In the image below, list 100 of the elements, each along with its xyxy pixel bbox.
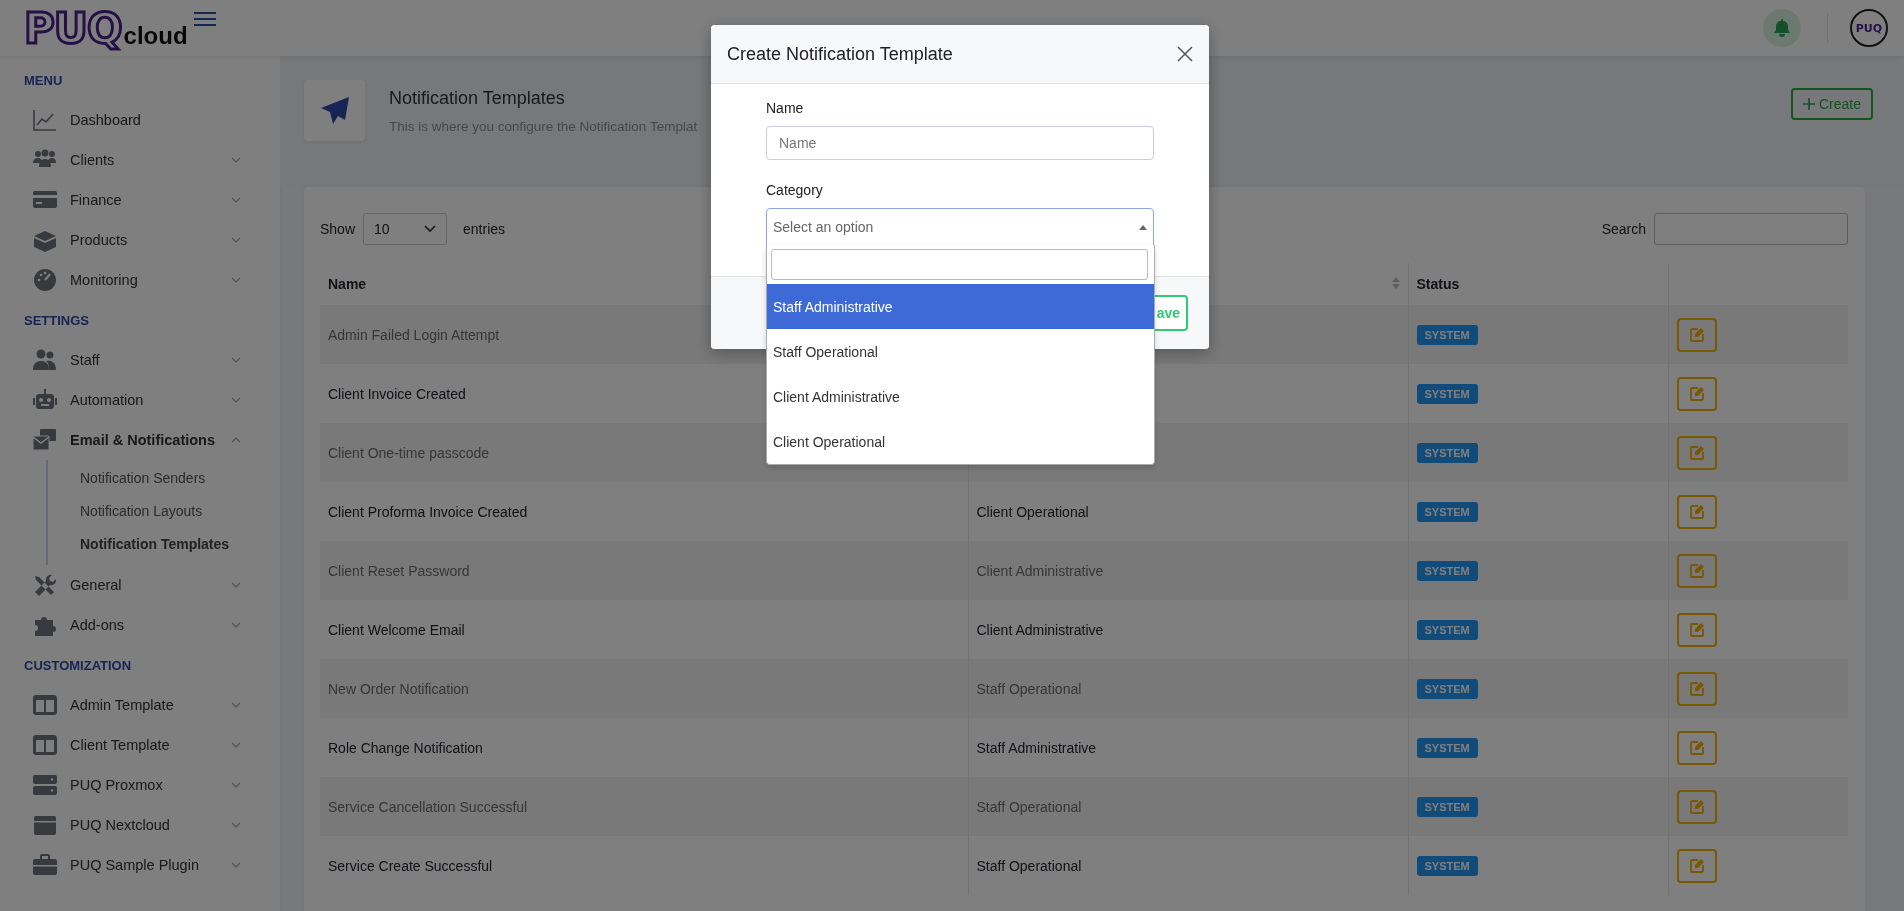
sidebar-item[interactable]: Dashboard bbox=[32, 100, 242, 140]
category-text: Client Operational bbox=[976, 503, 1089, 520]
edit-icon bbox=[1688, 562, 1705, 579]
mail-icon bbox=[32, 428, 58, 452]
users-icon bbox=[32, 348, 58, 372]
paper-plane-icon bbox=[319, 95, 350, 126]
sidebar-item[interactable]: PUQ Proxmox bbox=[32, 765, 242, 805]
edit-icon bbox=[1688, 680, 1705, 697]
section-heading: SETTINGS bbox=[23, 311, 90, 330]
dropdown-search-field[interactable] bbox=[771, 249, 1148, 280]
layout-icon bbox=[32, 733, 58, 757]
caret-up-icon bbox=[1139, 224, 1147, 230]
section-heading: MENU bbox=[23, 71, 64, 90]
sidebar-item[interactable]: Automation bbox=[32, 380, 242, 420]
status-badge: SYSTEM bbox=[1416, 383, 1478, 404]
status-badge: SYSTEM bbox=[1416, 324, 1478, 345]
notification-button[interactable] bbox=[1763, 9, 1801, 47]
logo-text: PUQ bbox=[24, 8, 122, 50]
sidebar-item[interactable]: Clients bbox=[32, 140, 242, 180]
dropdown-option[interactable]: Staff Operational bbox=[767, 329, 1154, 374]
server-icon bbox=[32, 773, 58, 797]
status-badge: SYSTEM bbox=[1416, 855, 1478, 876]
category-text: Staff Operational bbox=[976, 857, 1082, 874]
close-icon bbox=[1177, 46, 1193, 62]
category-text: Staff Administrative bbox=[976, 739, 1097, 756]
status-badge: SYSTEM bbox=[1416, 619, 1478, 640]
search-label: Search bbox=[1601, 221, 1646, 237]
template-name: Client One-time passcode bbox=[328, 444, 490, 461]
robot-icon bbox=[32, 388, 58, 412]
page-title: Notification Templates bbox=[389, 88, 565, 109]
sidebar-item[interactable]: Admin Template bbox=[32, 685, 242, 725]
dropdown-option[interactable]: Client Administrative bbox=[767, 374, 1154, 419]
edit-icon bbox=[1688, 385, 1705, 402]
template-name: Client Invoice Created bbox=[328, 385, 466, 402]
status-badge: SYSTEM bbox=[1416, 678, 1478, 699]
sidebar-item[interactable]: PUQ Sample Plugin bbox=[32, 845, 242, 885]
category-text: Client Administrative bbox=[976, 621, 1104, 638]
submenu-item[interactable]: Notification Senders bbox=[48, 462, 280, 495]
template-name: Client Proforma Invoice Created bbox=[328, 503, 528, 520]
status-badge: SYSTEM bbox=[1416, 442, 1478, 463]
sidebar-item[interactable]: Staff bbox=[32, 340, 242, 380]
user-avatar[interactable]: PUQ bbox=[1850, 9, 1888, 47]
template-name: Service Create Successful bbox=[328, 857, 493, 874]
bell-icon bbox=[1773, 19, 1791, 37]
edit-icon bbox=[1688, 503, 1705, 520]
edit-button[interactable] bbox=[1676, 553, 1717, 588]
logo-text: cloud bbox=[123, 24, 188, 48]
template-name: Client Welcome Email bbox=[328, 621, 465, 638]
edit-button[interactable] bbox=[1676, 730, 1717, 765]
box-icon bbox=[32, 228, 58, 252]
layout-icon bbox=[32, 693, 58, 717]
edit-icon bbox=[1688, 444, 1705, 461]
column-header: Status bbox=[1416, 276, 1460, 292]
chevron-down-icon bbox=[424, 223, 437, 235]
sidebar-item[interactable]: Add-ons bbox=[32, 605, 242, 645]
sidebar-item[interactable]: Finance bbox=[32, 180, 242, 220]
name-input[interactable]: Name bbox=[766, 126, 1154, 160]
edit-button[interactable] bbox=[1676, 494, 1717, 529]
status-badge: SYSTEM bbox=[1416, 796, 1478, 817]
edit-icon bbox=[1688, 326, 1705, 343]
sidebar-item[interactable]: PUQ Nextcloud bbox=[32, 805, 242, 845]
modal-title: Create Notification Template bbox=[727, 43, 953, 65]
page-size-select[interactable]: 10 bbox=[363, 213, 448, 245]
sidebar-item[interactable]: General bbox=[32, 565, 242, 605]
submenu-item[interactable]: Notification Layouts bbox=[48, 495, 280, 528]
sidebar-item[interactable]: Monitoring bbox=[32, 260, 242, 300]
edit-button[interactable] bbox=[1676, 671, 1717, 706]
edit-button[interactable] bbox=[1676, 317, 1717, 352]
sort-icon bbox=[1391, 277, 1400, 289]
edit-icon bbox=[1688, 857, 1705, 874]
close-button[interactable] bbox=[1177, 46, 1193, 62]
briefcase-icon bbox=[32, 853, 58, 877]
plus-icon bbox=[1802, 98, 1815, 110]
section-heading: CUSTOMIZATION bbox=[23, 656, 133, 675]
sidebar-item[interactable]: Client Template bbox=[32, 725, 242, 765]
edit-button[interactable] bbox=[1676, 435, 1717, 470]
edit-button[interactable] bbox=[1676, 848, 1717, 883]
menu-icon[interactable] bbox=[193, 11, 216, 27]
chart-icon bbox=[32, 108, 58, 132]
template-name: Admin Failed Login Attempt bbox=[328, 326, 500, 343]
template-name: Client Reset Password bbox=[328, 562, 470, 579]
box-icon bbox=[32, 813, 58, 837]
search-field[interactable] bbox=[1654, 213, 1848, 245]
tools-icon bbox=[32, 573, 58, 597]
entries-label: entries bbox=[463, 221, 506, 237]
edit-button[interactable] bbox=[1676, 612, 1717, 647]
edit-icon bbox=[1688, 798, 1705, 815]
edit-button[interactable] bbox=[1676, 789, 1717, 824]
dropdown-option[interactable]: Client Operational bbox=[767, 419, 1154, 464]
category-text: Staff Operational bbox=[976, 798, 1082, 815]
field-label: Name bbox=[766, 100, 805, 116]
edit-icon bbox=[1688, 621, 1705, 638]
edit-button[interactable] bbox=[1676, 376, 1717, 411]
template-name: Role Change Notification bbox=[328, 739, 483, 756]
submenu-item[interactable]: Notification Templates bbox=[48, 528, 280, 561]
sidebar-item[interactable]: Email & Notifications bbox=[32, 420, 242, 460]
dropdown-option[interactable]: Staff Administrative bbox=[767, 284, 1154, 329]
category-text: Client Administrative bbox=[976, 562, 1104, 579]
sidebar-item[interactable]: Products bbox=[32, 220, 242, 260]
status-badge: SYSTEM bbox=[1416, 501, 1478, 522]
